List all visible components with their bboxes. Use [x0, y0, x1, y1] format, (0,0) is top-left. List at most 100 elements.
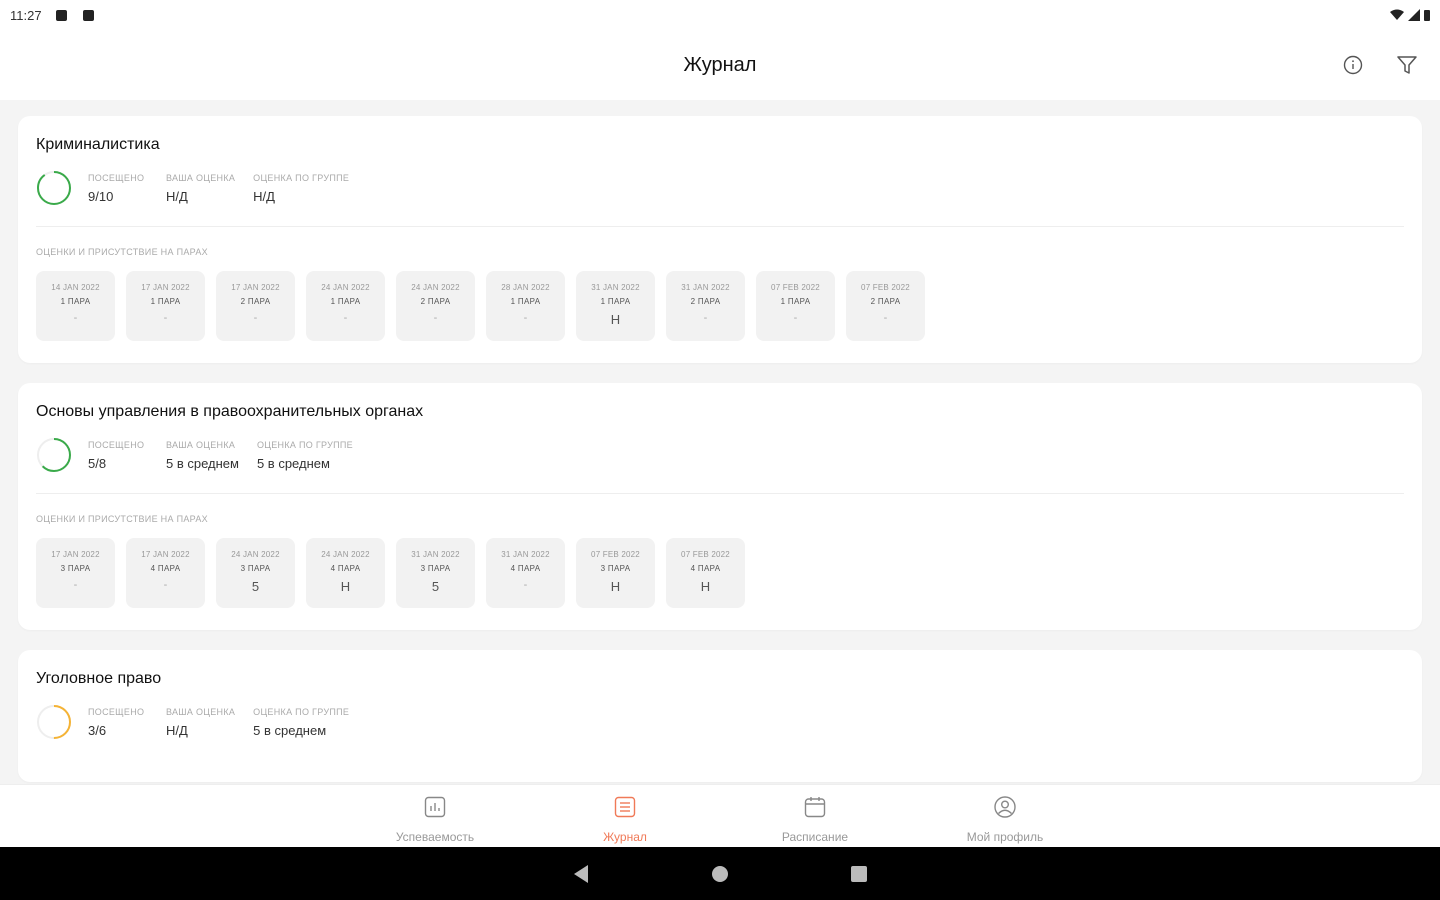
grade-cell[interactable]: 14 JAN 2022 1 ПАРА -: [36, 271, 115, 341]
grade-mark: -: [343, 312, 348, 324]
grade-pair: 4 ПАРА: [690, 564, 721, 573]
grade-date: 31 JAN 2022: [501, 550, 550, 559]
attendance-ring: [37, 438, 71, 472]
grade-date: 17 JAN 2022: [141, 550, 190, 559]
subject-card[interactable]: Основы управления в правоохранительных о…: [18, 383, 1422, 630]
grade-cell[interactable]: 17 JAN 2022 3 ПАРА -: [36, 538, 115, 608]
grade-date: 17 JAN 2022: [51, 550, 100, 559]
grade-cell[interactable]: 31 JAN 2022 3 ПАРА 5: [396, 538, 475, 608]
status-bar: 11:27: [0, 0, 1440, 30]
stat-label: Ваша оценка: [166, 439, 236, 450]
grade-pair: 1 ПАРА: [510, 297, 541, 306]
nav-item-profile[interactable]: Мой профиль: [910, 785, 1100, 847]
journal-list[interactable]: Криминалистика Посещено 9/10 Ваша оценка Н/Д…: [0, 100, 1440, 784]
grade-mark: -: [883, 312, 888, 324]
nav-item-calendar[interactable]: Расписание: [720, 785, 910, 847]
grade-date: 07 FEB 2022: [591, 550, 640, 559]
grade-pair: 3 ПАРА: [240, 564, 271, 573]
signal-icon: [1408, 9, 1420, 21]
stat-value: Н/Д: [166, 722, 188, 738]
grade-cell[interactable]: 24 JAN 2022 1 ПАРА -: [306, 271, 385, 341]
stat-item: Оценка по группе 5 в среднем: [253, 707, 349, 738]
attendance-ring-progress: [37, 171, 71, 205]
grade-pair: 1 ПАРА: [330, 297, 361, 306]
nav-item-chart[interactable]: Успеваемость: [340, 785, 530, 847]
grade-mark: Н: [610, 312, 621, 327]
grade-cell[interactable]: 17 JAN 2022 1 ПАРА -: [126, 271, 205, 341]
grade-pair: 2 ПАРА: [690, 297, 721, 306]
stat-value: 5 в среднем: [256, 455, 330, 471]
subject-card[interactable]: Уголовное право Посещено 3/6 Ваша оценка Н/Д…: [18, 650, 1422, 782]
grade-cell[interactable]: 07 FEB 2022 3 ПАРА Н: [576, 538, 655, 608]
grade-date: 31 JAN 2022: [591, 283, 640, 292]
grade-cell[interactable]: 31 JAN 2022 1 ПАРА Н: [576, 271, 655, 341]
grade-pair: 3 ПАРА: [60, 564, 91, 573]
subject-title: Основы управления в правоохранительных о…: [36, 403, 424, 420]
back-icon[interactable]: [572, 864, 590, 884]
info-icon[interactable]: [1340, 52, 1366, 78]
stat-label: Оценка по группе: [256, 439, 353, 450]
grade-mark: -: [163, 579, 168, 591]
stat-value: 5 в среднем: [253, 722, 327, 738]
stat-value: Н/Д: [253, 188, 275, 204]
stat-label: Ваша оценка: [166, 172, 236, 183]
grade-cell[interactable]: 24 JAN 2022 3 ПАРА 5: [216, 538, 295, 608]
battery-icon: [1424, 10, 1430, 21]
grades-section-label: Оценки и присутствие на парах: [36, 247, 208, 257]
grade-cell[interactable]: 17 JAN 2022 2 ПАРА -: [216, 271, 295, 341]
grade-mark: 5: [431, 579, 440, 594]
grade-cell[interactable]: 07 FEB 2022 4 ПАРА Н: [666, 538, 745, 608]
grade-date: 07 FEB 2022: [681, 550, 730, 559]
nav-label: Расписание: [781, 830, 849, 844]
stat-label: Оценка по группе: [253, 706, 350, 717]
nav-label: Мой профиль: [966, 830, 1044, 844]
grade-mark: -: [703, 312, 708, 324]
grade-mark: -: [163, 312, 168, 324]
attendance-ring: [37, 171, 71, 205]
system-navigation-bar: [0, 847, 1440, 900]
chart-icon: [423, 795, 447, 824]
grade-pair: 1 ПАРА: [150, 297, 181, 306]
grade-cell[interactable]: 31 JAN 2022 2 ПАРА -: [666, 271, 745, 341]
home-icon[interactable]: [710, 864, 730, 884]
grade-cell[interactable]: 17 JAN 2022 4 ПАРА -: [126, 538, 205, 608]
grade-pair: 2 ПАРА: [420, 297, 451, 306]
subject-title: Уголовное право: [36, 670, 162, 687]
divider: [36, 226, 1404, 227]
nav-item-journal[interactable]: Журнал: [530, 785, 720, 847]
grade-cell[interactable]: 28 JAN 2022 1 ПАРА -: [486, 271, 565, 341]
stat-value: Н/Д: [166, 188, 188, 204]
grade-cell[interactable]: 07 FEB 2022 2 ПАРА -: [846, 271, 925, 341]
grade-date: 07 FEB 2022: [771, 283, 820, 292]
grade-cell[interactable]: 31 JAN 2022 4 ПАРА -: [486, 538, 565, 608]
bottom-navigation: Успеваемость Журнал Расписание Мой профиль: [0, 784, 1440, 847]
stat-item: Посещено 5/8: [88, 440, 148, 471]
filter-icon[interactable]: [1394, 52, 1420, 78]
grade-mark: Н: [610, 579, 621, 594]
subject-stats: Посещено 9/10 Ваша оценка Н/Д Оценка по груп…: [36, 170, 1404, 206]
grade-mark: 5: [251, 579, 260, 594]
grade-date: 24 JAN 2022: [321, 283, 370, 292]
grade-date: 28 JAN 2022: [501, 283, 550, 292]
page-title: Журнал: [683, 53, 757, 76]
notification-icon: [55, 9, 67, 21]
stat-item: Оценка по группе Н/Д: [253, 173, 349, 204]
grade-cell[interactable]: 24 JAN 2022 2 ПАРА -: [396, 271, 475, 341]
stat-value: 5 в среднем: [166, 455, 239, 471]
grade-date: 31 JAN 2022: [411, 550, 460, 559]
nav-label: Журнал: [603, 830, 647, 844]
subject-title: Криминалистика: [36, 136, 160, 153]
calendar-icon: [803, 795, 827, 824]
subject-card[interactable]: Криминалистика Посещено 9/10 Ваша оценка Н/Д…: [18, 116, 1422, 363]
grade-cell[interactable]: 24 JAN 2022 4 ПАРА Н: [306, 538, 385, 608]
subject-stats: Посещено 5/8 Ваша оценка 5 в среднем Оценка …: [36, 437, 1404, 473]
grade-cell[interactable]: 07 FEB 2022 1 ПАРА -: [756, 271, 835, 341]
recents-icon[interactable]: [850, 865, 868, 883]
grade-date: 07 FEB 2022: [861, 283, 910, 292]
grade-date: 24 JAN 2022: [321, 550, 370, 559]
grade-pair: 3 ПАРА: [600, 564, 631, 573]
grade-pair: 4 ПАРА: [330, 564, 361, 573]
grade-mark: -: [793, 312, 798, 324]
grades-row: 17 JAN 2022 3 ПАРА - 17 JAN 2022 4 ПАРА - 24 J…: [36, 538, 1404, 608]
stat-value: 5/8: [88, 455, 107, 471]
